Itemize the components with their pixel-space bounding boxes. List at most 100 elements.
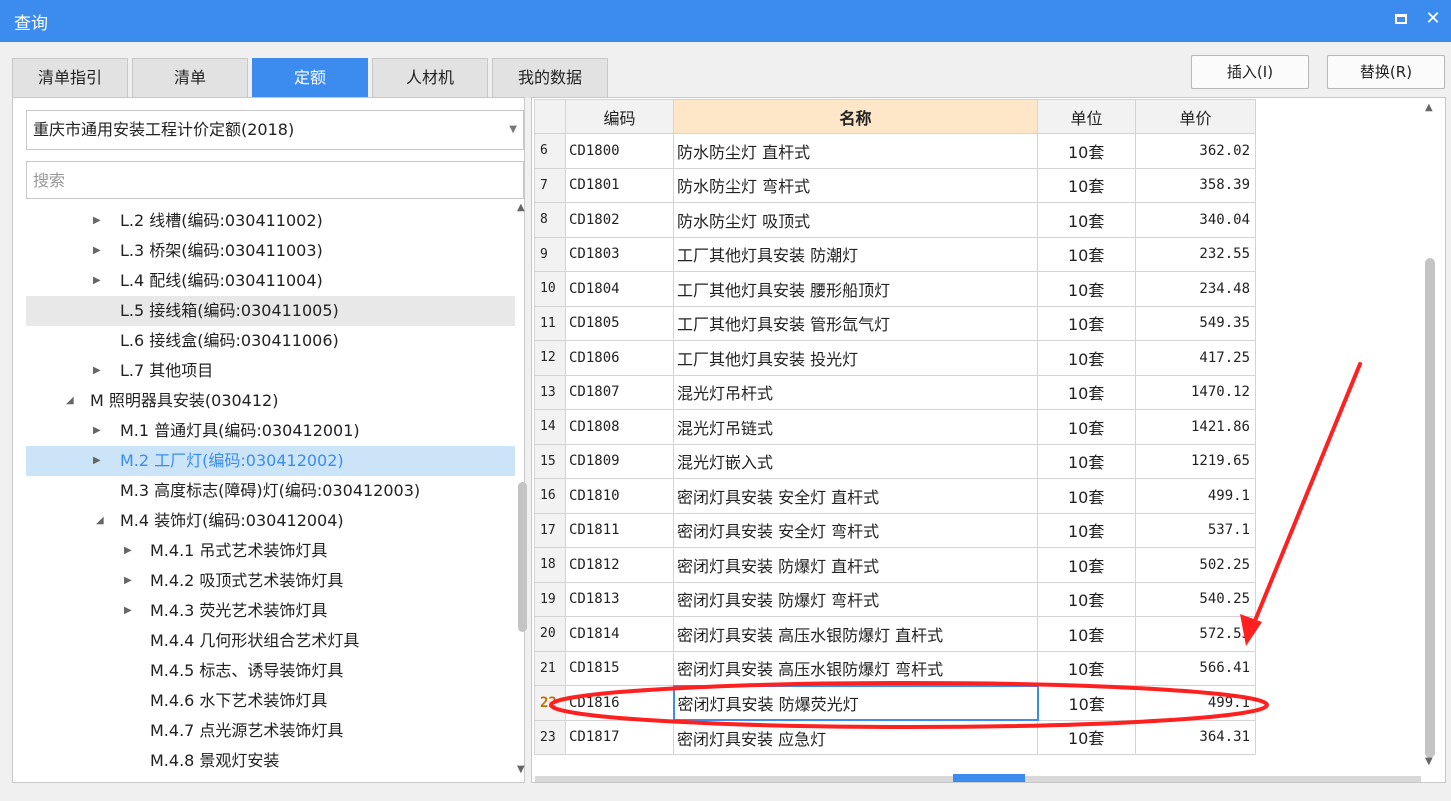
expand-arrow-icon[interactable]: ▶ [93, 206, 101, 236]
scroll-down-icon[interactable]: ▼ [517, 764, 525, 775]
table-row[interactable]: 23 CD1817 密闭灯具安装 应急灯 10套 364.31 [534, 719, 1256, 755]
table-row[interactable]: 10 CD1804 工厂其他灯具安装 腰形船顶灯 10套 234.48 [534, 271, 1256, 307]
header-price[interactable]: 单价 [1135, 99, 1256, 134]
cell-name[interactable]: 防水防尘灯 直杆式 [673, 133, 1038, 169]
expand-arrow-icon[interactable]: ▶ [93, 266, 101, 296]
cell-code[interactable]: CD1806 [565, 340, 674, 376]
tree-item[interactable]: M.4.5 标志、诱导装饰灯具 [26, 656, 515, 686]
maximize-button[interactable] [1390, 8, 1412, 30]
horizontal-splitter[interactable] [535, 774, 1421, 782]
cell-unit[interactable]: 10套 [1037, 616, 1136, 652]
cell-name[interactable]: 工厂其他灯具安装 管形氙气灯 [673, 305, 1038, 341]
table-row[interactable]: 19 CD1813 密闭灯具安装 防爆灯 弯杆式 10套 540.25 [534, 581, 1256, 617]
insert-button[interactable]: 插入(I) [1191, 55, 1309, 89]
tree-item[interactable]: ▶ L.4 配线(编码:030411004) [26, 266, 515, 296]
collapse-arrow-icon[interactable]: ◢ [66, 386, 74, 416]
cell-price[interactable]: 499.1 [1135, 478, 1256, 514]
header-unit[interactable]: 单位 [1037, 99, 1136, 134]
cell-unit[interactable]: 10套 [1037, 581, 1136, 617]
cell-price[interactable]: 1219.65 [1135, 443, 1256, 479]
cell-code[interactable]: CD1802 [565, 202, 674, 238]
expand-arrow-icon[interactable]: ▶ [93, 446, 101, 476]
cell-unit[interactable]: 10套 [1037, 374, 1136, 410]
quota-library-select[interactable]: 重庆市通用安装工程计价定额(2018) ▼ [26, 110, 524, 150]
expand-arrow-icon[interactable]: ▶ [124, 566, 132, 596]
tab-list-guide[interactable]: 清单指引 [12, 58, 128, 98]
cell-code[interactable]: CD1813 [565, 581, 674, 617]
tab-my-data[interactable]: 我的数据 [492, 58, 608, 98]
cell-price[interactable]: 502.25 [1135, 547, 1256, 583]
tree-scrollbar[interactable]: ▲ ▼ [515, 202, 529, 778]
cell-price[interactable]: 1470.12 [1135, 374, 1256, 410]
cell-price[interactable]: 358.39 [1135, 167, 1256, 203]
expand-arrow-icon[interactable]: ▶ [124, 536, 132, 566]
splitter-handle[interactable] [953, 774, 1025, 782]
cell-code[interactable]: CD1817 [565, 719, 674, 755]
cell-code[interactable]: CD1809 [565, 443, 674, 479]
tree-item[interactable]: L.6 接线盒(编码:030411006) [26, 326, 515, 356]
tree-item[interactable]: ▶ L.3 桥架(编码:030411003) [26, 236, 515, 266]
cell-price[interactable]: 417.25 [1135, 340, 1256, 376]
expand-arrow-icon[interactable]: ▶ [93, 236, 101, 266]
table-row[interactable]: 13 CD1807 混光灯吊杆式 10套 1470.12 [534, 374, 1256, 410]
table-row[interactable]: 15 CD1809 混光灯嵌入式 10套 1219.65 [534, 443, 1256, 479]
tree-item[interactable]: M.3 高度标志(障碍)灯(编码:030412003) [26, 476, 515, 506]
cell-name[interactable]: 混光灯吊杆式 [673, 374, 1038, 410]
cell-name[interactable]: 密闭灯具安装 高压水银防爆灯 弯杆式 [673, 650, 1038, 686]
cell-name[interactable]: 工厂其他灯具安装 投光灯 [673, 340, 1038, 376]
cell-unit[interactable]: 10套 [1037, 478, 1136, 514]
cell-price[interactable]: 1421.86 [1135, 409, 1256, 445]
cell-price[interactable]: 362.02 [1135, 133, 1256, 169]
cell-name[interactable]: 密闭灯具安装 防爆灯 直杆式 [673, 547, 1038, 583]
tab-quota[interactable]: 定额 [252, 58, 368, 98]
table-row[interactable]: 14 CD1808 混光灯吊链式 10套 1421.86 [534, 409, 1256, 445]
table-row[interactable]: 7 CD1801 防水防尘灯 弯杆式 10套 358.39 [534, 167, 1256, 203]
cell-unit[interactable]: 10套 [1037, 340, 1136, 376]
cell-name[interactable]: 密闭灯具安装 应急灯 [673, 719, 1038, 755]
cell-code[interactable]: CD1816 [565, 685, 674, 721]
scrollbar-thumb[interactable] [1425, 258, 1435, 758]
cell-unit[interactable]: 10套 [1037, 650, 1136, 686]
cell-name[interactable]: 工厂其他灯具安装 防潮灯 [673, 236, 1038, 272]
collapse-arrow-icon[interactable]: ◢ [96, 506, 104, 536]
table-row[interactable]: 11 CD1805 工厂其他灯具安装 管形氙气灯 10套 549.35 [534, 305, 1256, 341]
tree-item[interactable]: L.5 接线箱(编码:030411005) [26, 296, 515, 326]
table-row[interactable]: 9 CD1803 工厂其他灯具安装 防潮灯 10套 232.55 [534, 236, 1256, 272]
cell-unit[interactable]: 10套 [1037, 512, 1136, 548]
cell-unit[interactable]: 10套 [1037, 305, 1136, 341]
cell-name-focused[interactable]: 密闭灯具安装 防爆荧光灯 [672, 684, 1039, 721]
cell-price[interactable]: 549.35 [1135, 305, 1256, 341]
grid-scrollbar[interactable]: ▲ ▼ [1422, 100, 1438, 772]
tree-item[interactable]: ▶ M.4.1 吊式艺术装饰灯具 [26, 536, 515, 566]
cell-code[interactable]: CD1804 [565, 271, 674, 307]
cell-code[interactable]: CD1812 [565, 547, 674, 583]
tree-item-selected[interactable]: ▶ M.2 工厂灯(编码:030412002) [26, 446, 515, 476]
cell-name[interactable]: 密闭灯具安装 安全灯 弯杆式 [673, 512, 1038, 548]
cell-price[interactable]: 566.41 [1135, 650, 1256, 686]
expand-arrow-icon[interactable]: ▶ [93, 416, 101, 446]
tree-item[interactable]: M.4.8 景观灯安装 [26, 746, 515, 776]
tree-item[interactable]: M.4.6 水下艺术装饰灯具 [26, 686, 515, 716]
cell-code[interactable]: CD1814 [565, 616, 674, 652]
cell-unit[interactable]: 10套 [1037, 547, 1136, 583]
scroll-up-icon[interactable]: ▲ [517, 202, 525, 213]
cell-price[interactable]: 499.1 [1135, 685, 1256, 721]
scroll-up-icon[interactable]: ▲ [1425, 102, 1433, 113]
cell-unit[interactable]: 10套 [1037, 685, 1136, 721]
table-row[interactable]: 21 CD1815 密闭灯具安装 高压水银防爆灯 弯杆式 10套 566.41 [534, 650, 1256, 686]
close-button[interactable]: ✕ [1422, 8, 1444, 30]
cell-price[interactable]: 234.48 [1135, 271, 1256, 307]
search-input[interactable] [26, 161, 524, 199]
cell-name[interactable]: 混光灯嵌入式 [673, 443, 1038, 479]
header-code[interactable]: 编码 [565, 99, 674, 134]
cell-code[interactable]: CD1803 [565, 236, 674, 272]
scrollbar-thumb[interactable] [518, 482, 527, 632]
cell-code[interactable]: CD1805 [565, 305, 674, 341]
tree-item[interactable]: ▶ M.1 普通灯具(编码:030412001) [26, 416, 515, 446]
tree-item[interactable]: ◢ M 照明器具安装(030412) [26, 386, 515, 416]
scroll-down-icon[interactable]: ▼ [1425, 756, 1433, 767]
cell-code[interactable]: CD1810 [565, 478, 674, 514]
cell-unit[interactable]: 10套 [1037, 133, 1136, 169]
tree-item[interactable]: ▶ L.7 其他项目 [26, 356, 515, 386]
tree-item[interactable]: M.4.4 几何形状组合艺术灯具 [26, 626, 515, 656]
